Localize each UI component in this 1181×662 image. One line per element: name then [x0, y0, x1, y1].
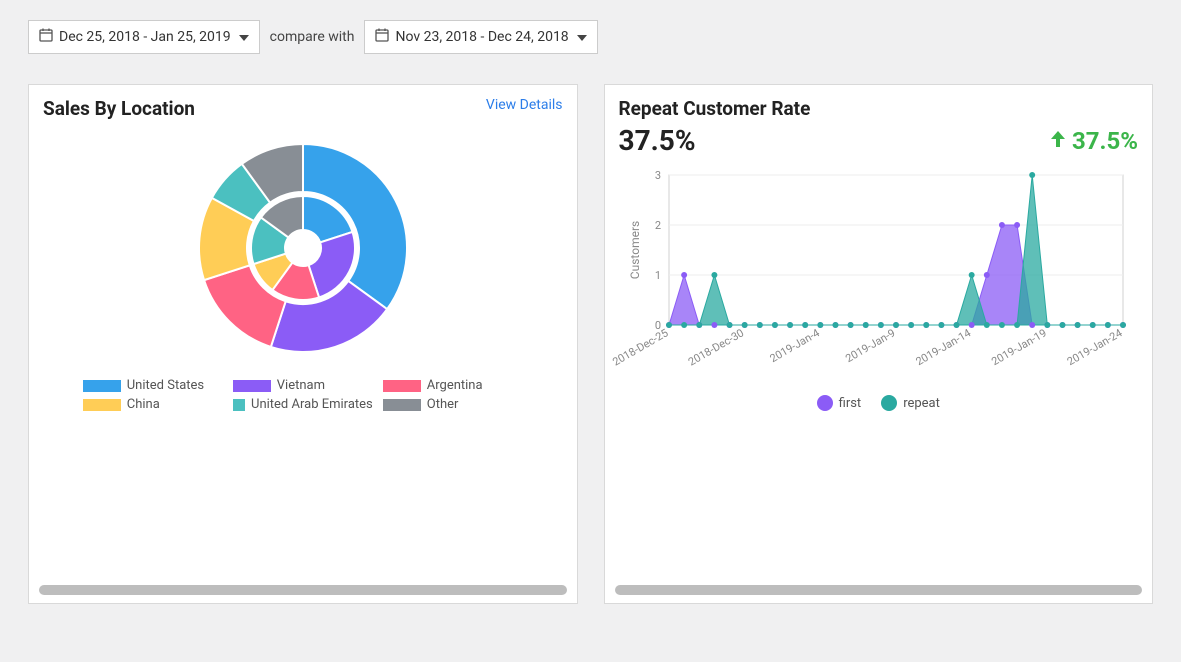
- date-range-compare-label: Nov 23, 2018 - Dec 24, 2018: [395, 29, 568, 45]
- metric-change-value: 37.5%: [1072, 127, 1138, 155]
- legend-swatch: [881, 395, 897, 411]
- caret-down-icon: [239, 29, 249, 45]
- view-details-link[interactable]: View Details: [486, 97, 563, 113]
- legend-label: Argentina: [427, 378, 483, 393]
- calendar-icon: [375, 28, 389, 46]
- horizontal-scrollbar[interactable]: [39, 585, 567, 595]
- metric-change: 37.5%: [1048, 127, 1138, 155]
- svg-text:3: 3: [655, 169, 661, 182]
- card-repeat-customer-rate: Repeat Customer Rate 37.5% 37.5% 0123Cus…: [604, 84, 1154, 604]
- date-range-primary[interactable]: Dec 25, 2018 - Jan 25, 2019: [28, 20, 260, 54]
- legend-item[interactable]: China: [83, 397, 223, 412]
- metric-value: 37.5%: [619, 124, 696, 157]
- svg-text:1: 1: [655, 269, 661, 282]
- legend-label: United States: [127, 378, 204, 393]
- date-range-primary-label: Dec 25, 2018 - Jan 25, 2019: [59, 29, 231, 45]
- legend-item[interactable]: Vietnam: [233, 378, 373, 393]
- legend-label: United Arab Emirates: [251, 397, 373, 412]
- legend-swatch: [233, 399, 245, 411]
- svg-text:2: 2: [655, 219, 661, 232]
- legend-swatch: [83, 399, 121, 411]
- donut-chart: United States Vietnam Argentina China United…: [43, 128, 563, 589]
- svg-text:2018-Dec-25: 2018-Dec-25: [611, 326, 671, 368]
- legend-item[interactable]: Argentina: [383, 378, 523, 393]
- svg-text:Customers: Customers: [628, 221, 642, 279]
- legend-label: Other: [427, 397, 459, 412]
- dashboard-cards: Sales By Location View Details United St…: [28, 84, 1153, 604]
- legend-item[interactable]: United States: [83, 378, 223, 393]
- svg-text:2019-Jan-14: 2019-Jan-14: [914, 326, 974, 368]
- card-title: Sales By Location: [43, 97, 195, 120]
- legend-item[interactable]: repeat: [881, 395, 940, 411]
- card-sales-by-location: Sales By Location View Details United St…: [28, 84, 578, 604]
- svg-text:2019-Jan-19: 2019-Jan-19: [989, 326, 1049, 368]
- area-legend: first repeat: [619, 395, 1139, 411]
- date-range-toolbar: Dec 25, 2018 - Jan 25, 2019 compare with…: [28, 20, 1153, 54]
- legend-label: Vietnam: [277, 378, 325, 393]
- legend-label: first: [839, 396, 862, 411]
- area-chart: 0123Customers2018-Dec-252018-Dec-302019-…: [619, 165, 1139, 589]
- legend-item[interactable]: first: [817, 395, 862, 411]
- svg-text:2019-Jan-24: 2019-Jan-24: [1065, 326, 1125, 368]
- legend-item[interactable]: Other: [383, 397, 523, 412]
- legend-swatch: [383, 380, 421, 392]
- svg-text:2019-Jan-9: 2019-Jan-9: [844, 326, 898, 365]
- svg-text:2018-Dec-30: 2018-Dec-30: [686, 326, 746, 368]
- date-range-compare[interactable]: Nov 23, 2018 - Dec 24, 2018: [364, 20, 597, 54]
- legend-swatch: [233, 380, 271, 392]
- compare-with-label: compare with: [270, 29, 355, 45]
- legend-swatch: [817, 395, 833, 411]
- legend-label: repeat: [903, 396, 940, 411]
- svg-text:2019-Jan-4: 2019-Jan-4: [768, 326, 822, 365]
- card-title: Repeat Customer Rate: [619, 97, 811, 120]
- horizontal-scrollbar[interactable]: [615, 585, 1143, 595]
- legend-swatch: [83, 380, 121, 392]
- calendar-icon: [39, 28, 53, 46]
- legend-label: China: [127, 397, 160, 412]
- legend-item[interactable]: United Arab Emirates: [233, 397, 373, 412]
- legend-swatch: [383, 399, 421, 411]
- donut-legend: United States Vietnam Argentina China United…: [83, 378, 523, 412]
- caret-down-icon: [577, 29, 587, 45]
- arrow-up-icon: [1048, 127, 1068, 155]
